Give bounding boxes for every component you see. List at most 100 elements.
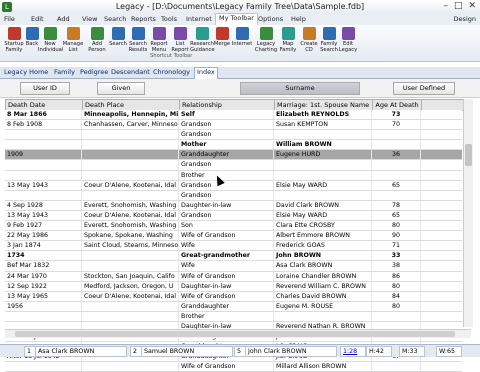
- table-row[interactable]: 13 May 1965 Coeur D'Alene, Kootenai, Idal…: [5, 291, 462, 302]
- list-report-button[interactable]: List Report: [168, 27, 192, 53]
- cell-death-date: 8 Feb 1908: [5, 120, 82, 130]
- table-row[interactable]: 24 Mar 1970 Stockton, San Joaquin, Califo…: [5, 271, 462, 282]
- cell-spouse: Elsie May WARD: [274, 180, 372, 190]
- ribbon-tab-internet[interactable]: Internet: [186, 15, 212, 23]
- design-menu[interactable]: Design: [454, 15, 476, 23]
- horizontal-scrollbar[interactable]: [5, 329, 471, 338]
- edit-legacy-button[interactable]: Edit Legacy: [336, 27, 360, 53]
- ribbon-tab-reports[interactable]: Reports: [131, 15, 156, 23]
- ribbon-tab-my-toolbar[interactable]: My Toolbar: [215, 13, 258, 25]
- table-row[interactable]: 4 Sep 1928 Everett, Snohomish, Washing Dau…: [5, 200, 462, 211]
- cell-age: [372, 311, 421, 321]
- ribbon-tab-options[interactable]: Options: [258, 15, 283, 23]
- table-row[interactable]: 9 Feb 1927 Everett, Snohomish, Washing Son…: [5, 221, 462, 232]
- table-row[interactable]: Grandson: [5, 130, 462, 141]
- tab-family[interactable]: Family: [54, 68, 75, 76]
- vertical-scroll-thumb[interactable]: [465, 144, 472, 166]
- legacy-charting-button[interactable]: Legacy Charting: [254, 27, 278, 53]
- cell-death-date: [5, 160, 82, 170]
- tab-index[interactable]: Index: [194, 67, 218, 79]
- status-person1-name[interactable]: Asa Clark BROWN: [35, 346, 127, 357]
- cell-spouse: Susan KEMPTON: [274, 120, 372, 130]
- ribbon-tab-help[interactable]: Help: [291, 15, 306, 23]
- status-time[interactable]: 1:28: [340, 346, 366, 357]
- cell-relationship: Mother: [179, 140, 274, 150]
- cell-age: 65: [372, 180, 421, 190]
- status-bar: 1 Asa Clark BROWN 2 Samuel BROWN 5 John …: [0, 344, 480, 357]
- surname-button[interactable]: Surname: [240, 82, 360, 95]
- ribbon-tab-add[interactable]: Add: [57, 15, 70, 23]
- table-row[interactable]: Grandson: [5, 190, 462, 201]
- manage-list-button[interactable]: Manage List: [61, 27, 85, 53]
- cell-age: 86: [372, 271, 421, 281]
- table-row[interactable]: 1909 Granddaughter Eugene HURD 36: [5, 150, 462, 161]
- cell-relationship: Granddaughter: [179, 150, 274, 160]
- home-icon: [7, 27, 21, 40]
- table-row[interactable]: Bef Mar 1832 Wife Asa Clark BROWN 38: [5, 261, 462, 272]
- new-individual-button[interactable]: New Individual: [38, 27, 63, 53]
- cell-relationship: Grandson: [179, 130, 274, 140]
- tab-descendant[interactable]: Descendant: [111, 68, 150, 76]
- vertical-scrollbar[interactable]: [463, 99, 473, 327]
- tab-legacy-home[interactable]: Legacy Home: [4, 68, 48, 76]
- table-row[interactable]: Brother: [5, 170, 462, 181]
- ribbon-tab-search[interactable]: Search: [104, 15, 126, 23]
- cell-spouse: Reverend William C. BROWN: [274, 281, 372, 291]
- table-row[interactable]: 13 May 1943 Coeur D'Alene, Kootenai, Idal…: [5, 210, 462, 222]
- table-row[interactable]: Mother William BROWN: [5, 140, 462, 151]
- table-row[interactable]: 1734 Great-grandmother John BROWN 33: [5, 251, 462, 262]
- internet-button[interactable]: Internet: [230, 27, 254, 47]
- column-header-age[interactable]: Age At Death: [373, 100, 422, 110]
- status-person3-name[interactable]: John Clark BROWN: [245, 346, 337, 357]
- table-row[interactable]: Wife of Grandson Millard Allison BROWN: [5, 362, 462, 372]
- table-row[interactable]: 1956 Granddaughter Eugene M. ROUSE 80: [5, 301, 462, 312]
- column-header-spouse[interactable]: Marriage: 1st. Spouse Name: [275, 100, 373, 110]
- cell-death-place: [82, 251, 179, 261]
- user-id-button[interactable]: User ID: [20, 82, 70, 95]
- cell-death-date: [5, 190, 82, 200]
- cell-spouse: Millard Allison BROWN: [274, 362, 372, 372]
- column-header-death-place[interactable]: Death Place: [83, 100, 180, 110]
- cell-spouse: John BROWN: [274, 251, 372, 261]
- cell-death-date: 24 Mar 1970: [5, 271, 82, 281]
- horizontal-scroll-thumb[interactable]: [15, 331, 455, 337]
- cell-death-date: 4 Sep 1928: [5, 200, 82, 210]
- given-button[interactable]: Given: [97, 82, 145, 95]
- cell-death-date: [5, 362, 82, 372]
- table-row[interactable]: Grandson: [5, 160, 462, 171]
- cell-spouse: Elizabeth REYNOLDS: [274, 110, 372, 120]
- table-row[interactable]: Brother: [5, 311, 462, 322]
- table-row[interactable]: 3 Jan 1874 Saint Cloud, Stearns, Minneso W…: [5, 241, 462, 252]
- maximize-icon[interactable]: □: [454, 1, 463, 11]
- ribbon-tab-view[interactable]: View: [82, 15, 97, 23]
- ribbon-tab-edit[interactable]: Edit: [31, 15, 44, 23]
- table-row[interactable]: 12 Sep 1922 Medford, Jackson, Oregon, U Da…: [5, 281, 462, 292]
- new-person-icon: [43, 27, 57, 40]
- ribbon-tab-tools[interactable]: Tools: [161, 15, 177, 23]
- table-row[interactable]: 8 Mar 1866 Minneapolis, Hennepin, Mir Self…: [5, 110, 462, 121]
- close-icon[interactable]: ✕: [468, 1, 476, 11]
- cell-spouse: [274, 160, 372, 170]
- cell-relationship: Grandson: [179, 120, 274, 130]
- map-icon: [281, 27, 295, 40]
- status-person2-name[interactable]: Samuel BROWN: [141, 346, 233, 357]
- tab-pedigree[interactable]: Pedigree: [80, 68, 108, 76]
- cell-death-date: 13 May 1943: [5, 180, 82, 190]
- cell-death-place: [82, 160, 179, 170]
- cell-relationship: Wife: [179, 261, 274, 271]
- column-header-relationship[interactable]: Relationship: [180, 100, 275, 110]
- cell-death-place: Coeur D'Alene, Kootenai, Idal: [82, 180, 179, 190]
- cell-death-place: [82, 170, 179, 180]
- ribbon-tab-file[interactable]: File: [4, 15, 15, 23]
- table-row[interactable]: 13 May 1943 Coeur D'Alene, Kootenai, Idal…: [5, 180, 462, 191]
- tab-chronology[interactable]: Chronology: [153, 68, 190, 76]
- table-row[interactable]: 8 Feb 1908 Chanhassen, Carver, Minneso Gra…: [5, 120, 462, 131]
- globe-icon: [235, 27, 249, 40]
- cell-relationship: Wife of Grandson: [179, 231, 274, 241]
- minimize-icon[interactable]: –: [443, 1, 448, 11]
- column-header-death-date[interactable]: Death Date: [6, 100, 83, 110]
- table-row[interactable]: 22 May 1986 Spokane, Spokane, Washing Wife…: [5, 231, 462, 242]
- user-defined-button[interactable]: User Defined: [393, 82, 455, 95]
- cell-death-place: Coeur D'Alene, Kootenai, Idal: [82, 210, 179, 221]
- cell-death-place: Coeur D'Alene, Kootenai, Idal: [82, 291, 179, 301]
